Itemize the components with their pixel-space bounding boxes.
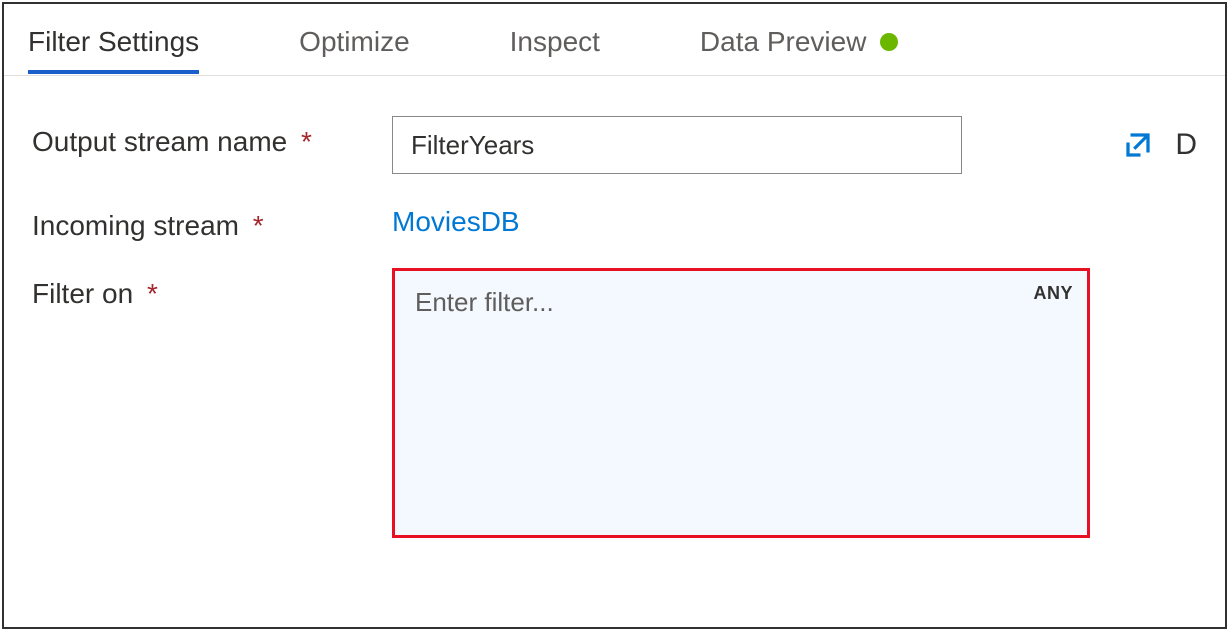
filter-expression-box: ANY	[392, 268, 1090, 538]
tab-inspect[interactable]: Inspect	[510, 8, 600, 72]
filter-on-label: Filter on *	[32, 268, 392, 310]
incoming-stream-link[interactable]: MoviesDB	[392, 200, 520, 238]
tab-label: Inspect	[510, 26, 600, 58]
status-dot-icon	[880, 33, 898, 51]
tabs-bar: Filter Settings Optimize Inspect Data Pr…	[4, 4, 1225, 76]
required-marker: *	[147, 278, 158, 309]
label-text: Filter on	[32, 278, 133, 309]
tab-data-preview[interactable]: Data Preview	[700, 8, 899, 72]
filter-settings-panel: Filter Settings Optimize Inspect Data Pr…	[2, 2, 1227, 629]
label-text: Incoming stream	[32, 210, 239, 241]
incoming-stream-label: Incoming stream *	[32, 200, 392, 242]
output-stream-label: Output stream name *	[32, 116, 392, 158]
tab-label: Optimize	[299, 26, 409, 58]
row-output-stream: Output stream name * D	[32, 116, 1197, 174]
required-marker: *	[253, 210, 264, 241]
output-stream-input[interactable]	[392, 116, 962, 174]
required-marker: *	[301, 126, 312, 157]
any-type-badge: ANY	[1033, 283, 1073, 304]
label-text: Output stream name	[32, 126, 287, 157]
tab-optimize[interactable]: Optimize	[299, 8, 409, 72]
row-filter-on: Filter on * ANY	[32, 268, 1197, 538]
side-actions: D	[1123, 116, 1197, 162]
tab-label: Filter Settings	[28, 26, 199, 58]
truncated-text: D	[1175, 128, 1197, 162]
tab-label: Data Preview	[700, 26, 867, 58]
row-incoming-stream: Incoming stream * MoviesDB	[32, 200, 1197, 242]
tab-filter-settings[interactable]: Filter Settings	[28, 8, 199, 72]
open-external-icon[interactable]	[1123, 130, 1153, 160]
form-area: Output stream name * D Incoming stream *…	[4, 76, 1225, 538]
filter-expression-input[interactable]	[395, 271, 1087, 535]
link-text: MoviesDB	[392, 206, 520, 237]
